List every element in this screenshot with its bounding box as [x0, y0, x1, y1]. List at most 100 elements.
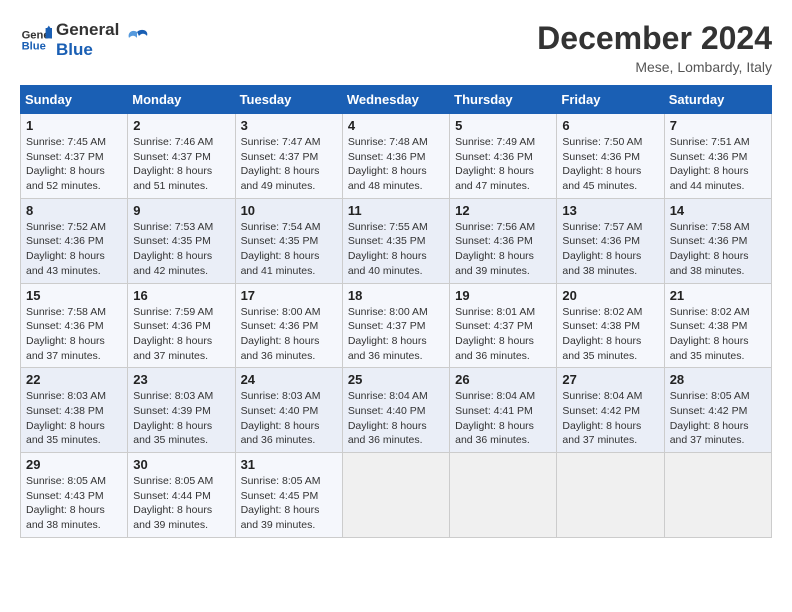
sunrise-text: Sunrise: 8:05 AM [26, 475, 106, 487]
calendar-cell: 1 Sunrise: 7:45 AM Sunset: 4:37 PM Dayli… [21, 114, 128, 199]
calendar-cell: 18 Sunrise: 8:00 AM Sunset: 4:37 PM Dayl… [342, 283, 449, 368]
calendar-cell: 2 Sunrise: 7:46 AM Sunset: 4:37 PM Dayli… [128, 114, 235, 199]
calendar-cell: 11 Sunrise: 7:55 AM Sunset: 4:35 PM Dayl… [342, 198, 449, 283]
daylight-text: Daylight: 8 hours and 49 minutes. [241, 165, 320, 192]
day-number: 13 [562, 203, 658, 218]
daylight-text: Daylight: 8 hours and 48 minutes. [348, 165, 427, 192]
calendar-cell: 24 Sunrise: 8:03 AM Sunset: 4:40 PM Dayl… [235, 368, 342, 453]
calendar-cell: 31 Sunrise: 8:05 AM Sunset: 4:45 PM Dayl… [235, 453, 342, 538]
sunset-text: Sunset: 4:42 PM [670, 405, 748, 417]
sunrise-text: Sunrise: 7:59 AM [133, 306, 213, 318]
header-saturday: Saturday [664, 86, 771, 114]
daylight-text: Daylight: 8 hours and 36 minutes. [348, 335, 427, 362]
daylight-text: Daylight: 8 hours and 35 minutes. [133, 420, 212, 447]
daylight-text: Daylight: 8 hours and 37 minutes. [26, 335, 105, 362]
month-title: December 2024 [537, 20, 772, 57]
calendar-cell: 16 Sunrise: 7:59 AM Sunset: 4:36 PM Dayl… [128, 283, 235, 368]
sunrise-text: Sunrise: 8:05 AM [241, 475, 321, 487]
day-info: Sunrise: 8:00 AM Sunset: 4:37 PM Dayligh… [348, 305, 444, 364]
daylight-text: Daylight: 8 hours and 39 minutes. [241, 504, 320, 531]
day-number: 16 [133, 288, 229, 303]
sunrise-text: Sunrise: 8:03 AM [241, 390, 321, 402]
sunrise-text: Sunrise: 8:03 AM [26, 390, 106, 402]
day-number: 28 [670, 372, 766, 387]
sunset-text: Sunset: 4:42 PM [562, 405, 640, 417]
header-wednesday: Wednesday [342, 86, 449, 114]
calendar-week-2: 8 Sunrise: 7:52 AM Sunset: 4:36 PM Dayli… [21, 198, 772, 283]
day-number: 24 [241, 372, 337, 387]
sunrise-text: Sunrise: 7:53 AM [133, 221, 213, 233]
calendar-table: SundayMondayTuesdayWednesdayThursdayFrid… [20, 85, 772, 538]
sunset-text: Sunset: 4:38 PM [562, 320, 640, 332]
calendar-week-1: 1 Sunrise: 7:45 AM Sunset: 4:37 PM Dayli… [21, 114, 772, 199]
calendar-cell: 13 Sunrise: 7:57 AM Sunset: 4:36 PM Dayl… [557, 198, 664, 283]
day-number: 19 [455, 288, 551, 303]
day-info: Sunrise: 8:01 AM Sunset: 4:37 PM Dayligh… [455, 305, 551, 364]
daylight-text: Daylight: 8 hours and 37 minutes. [670, 420, 749, 447]
sunrise-text: Sunrise: 8:00 AM [348, 306, 428, 318]
daylight-text: Daylight: 8 hours and 36 minutes. [455, 335, 534, 362]
day-info: Sunrise: 8:05 AM Sunset: 4:45 PM Dayligh… [241, 474, 337, 533]
calendar-cell: 3 Sunrise: 7:47 AM Sunset: 4:37 PM Dayli… [235, 114, 342, 199]
day-info: Sunrise: 8:03 AM Sunset: 4:39 PM Dayligh… [133, 389, 229, 448]
svg-text:Blue: Blue [22, 41, 46, 53]
sunset-text: Sunset: 4:36 PM [348, 151, 426, 163]
daylight-text: Daylight: 8 hours and 35 minutes. [26, 420, 105, 447]
sunrise-text: Sunrise: 8:00 AM [241, 306, 321, 318]
logo: General Blue General Blue [20, 20, 151, 61]
calendar-header-row: SundayMondayTuesdayWednesdayThursdayFrid… [21, 86, 772, 114]
sunset-text: Sunset: 4:37 PM [455, 320, 533, 332]
day-info: Sunrise: 7:47 AM Sunset: 4:37 PM Dayligh… [241, 135, 337, 194]
day-info: Sunrise: 8:03 AM Sunset: 4:40 PM Dayligh… [241, 389, 337, 448]
sunset-text: Sunset: 4:36 PM [26, 235, 104, 247]
calendar-cell: 25 Sunrise: 8:04 AM Sunset: 4:40 PM Dayl… [342, 368, 449, 453]
day-number: 7 [670, 118, 766, 133]
calendar-cell: 28 Sunrise: 8:05 AM Sunset: 4:42 PM Dayl… [664, 368, 771, 453]
day-number: 31 [241, 457, 337, 472]
sunrise-text: Sunrise: 8:04 AM [562, 390, 642, 402]
calendar-cell: 20 Sunrise: 8:02 AM Sunset: 4:38 PM Dayl… [557, 283, 664, 368]
sunrise-text: Sunrise: 7:49 AM [455, 136, 535, 148]
day-number: 11 [348, 203, 444, 218]
logo-general: General [56, 20, 119, 40]
sunrise-text: Sunrise: 7:45 AM [26, 136, 106, 148]
sunset-text: Sunset: 4:36 PM [241, 320, 319, 332]
day-info: Sunrise: 8:05 AM Sunset: 4:44 PM Dayligh… [133, 474, 229, 533]
sunset-text: Sunset: 4:41 PM [455, 405, 533, 417]
sunset-text: Sunset: 4:36 PM [670, 235, 748, 247]
day-info: Sunrise: 7:54 AM Sunset: 4:35 PM Dayligh… [241, 220, 337, 279]
sunset-text: Sunset: 4:35 PM [133, 235, 211, 247]
daylight-text: Daylight: 8 hours and 35 minutes. [562, 335, 641, 362]
sunrise-text: Sunrise: 7:55 AM [348, 221, 428, 233]
calendar-cell: 7 Sunrise: 7:51 AM Sunset: 4:36 PM Dayli… [664, 114, 771, 199]
calendar-cell: 30 Sunrise: 8:05 AM Sunset: 4:44 PM Dayl… [128, 453, 235, 538]
day-number: 5 [455, 118, 551, 133]
day-number: 30 [133, 457, 229, 472]
day-number: 3 [241, 118, 337, 133]
header-thursday: Thursday [450, 86, 557, 114]
sunrise-text: Sunrise: 7:50 AM [562, 136, 642, 148]
sunrise-text: Sunrise: 8:01 AM [455, 306, 535, 318]
sunrise-text: Sunrise: 8:03 AM [133, 390, 213, 402]
day-number: 8 [26, 203, 122, 218]
calendar-cell: 23 Sunrise: 8:03 AM Sunset: 4:39 PM Dayl… [128, 368, 235, 453]
day-number: 17 [241, 288, 337, 303]
calendar-cell: 14 Sunrise: 7:58 AM Sunset: 4:36 PM Dayl… [664, 198, 771, 283]
daylight-text: Daylight: 8 hours and 40 minutes. [348, 250, 427, 277]
daylight-text: Daylight: 8 hours and 45 minutes. [562, 165, 641, 192]
sunset-text: Sunset: 4:36 PM [455, 235, 533, 247]
day-number: 21 [670, 288, 766, 303]
logo-bird-icon [123, 26, 151, 54]
calendar-cell: 21 Sunrise: 8:02 AM Sunset: 4:38 PM Dayl… [664, 283, 771, 368]
day-info: Sunrise: 7:58 AM Sunset: 4:36 PM Dayligh… [26, 305, 122, 364]
daylight-text: Daylight: 8 hours and 47 minutes. [455, 165, 534, 192]
calendar-week-3: 15 Sunrise: 7:58 AM Sunset: 4:36 PM Dayl… [21, 283, 772, 368]
daylight-text: Daylight: 8 hours and 36 minutes. [241, 335, 320, 362]
sunset-text: Sunset: 4:35 PM [348, 235, 426, 247]
day-info: Sunrise: 7:48 AM Sunset: 4:36 PM Dayligh… [348, 135, 444, 194]
title-block: December 2024 Mese, Lombardy, Italy [537, 20, 772, 75]
day-info: Sunrise: 8:04 AM Sunset: 4:40 PM Dayligh… [348, 389, 444, 448]
sunrise-text: Sunrise: 7:58 AM [26, 306, 106, 318]
sunset-text: Sunset: 4:36 PM [26, 320, 104, 332]
logo-icon: General Blue [20, 24, 52, 56]
